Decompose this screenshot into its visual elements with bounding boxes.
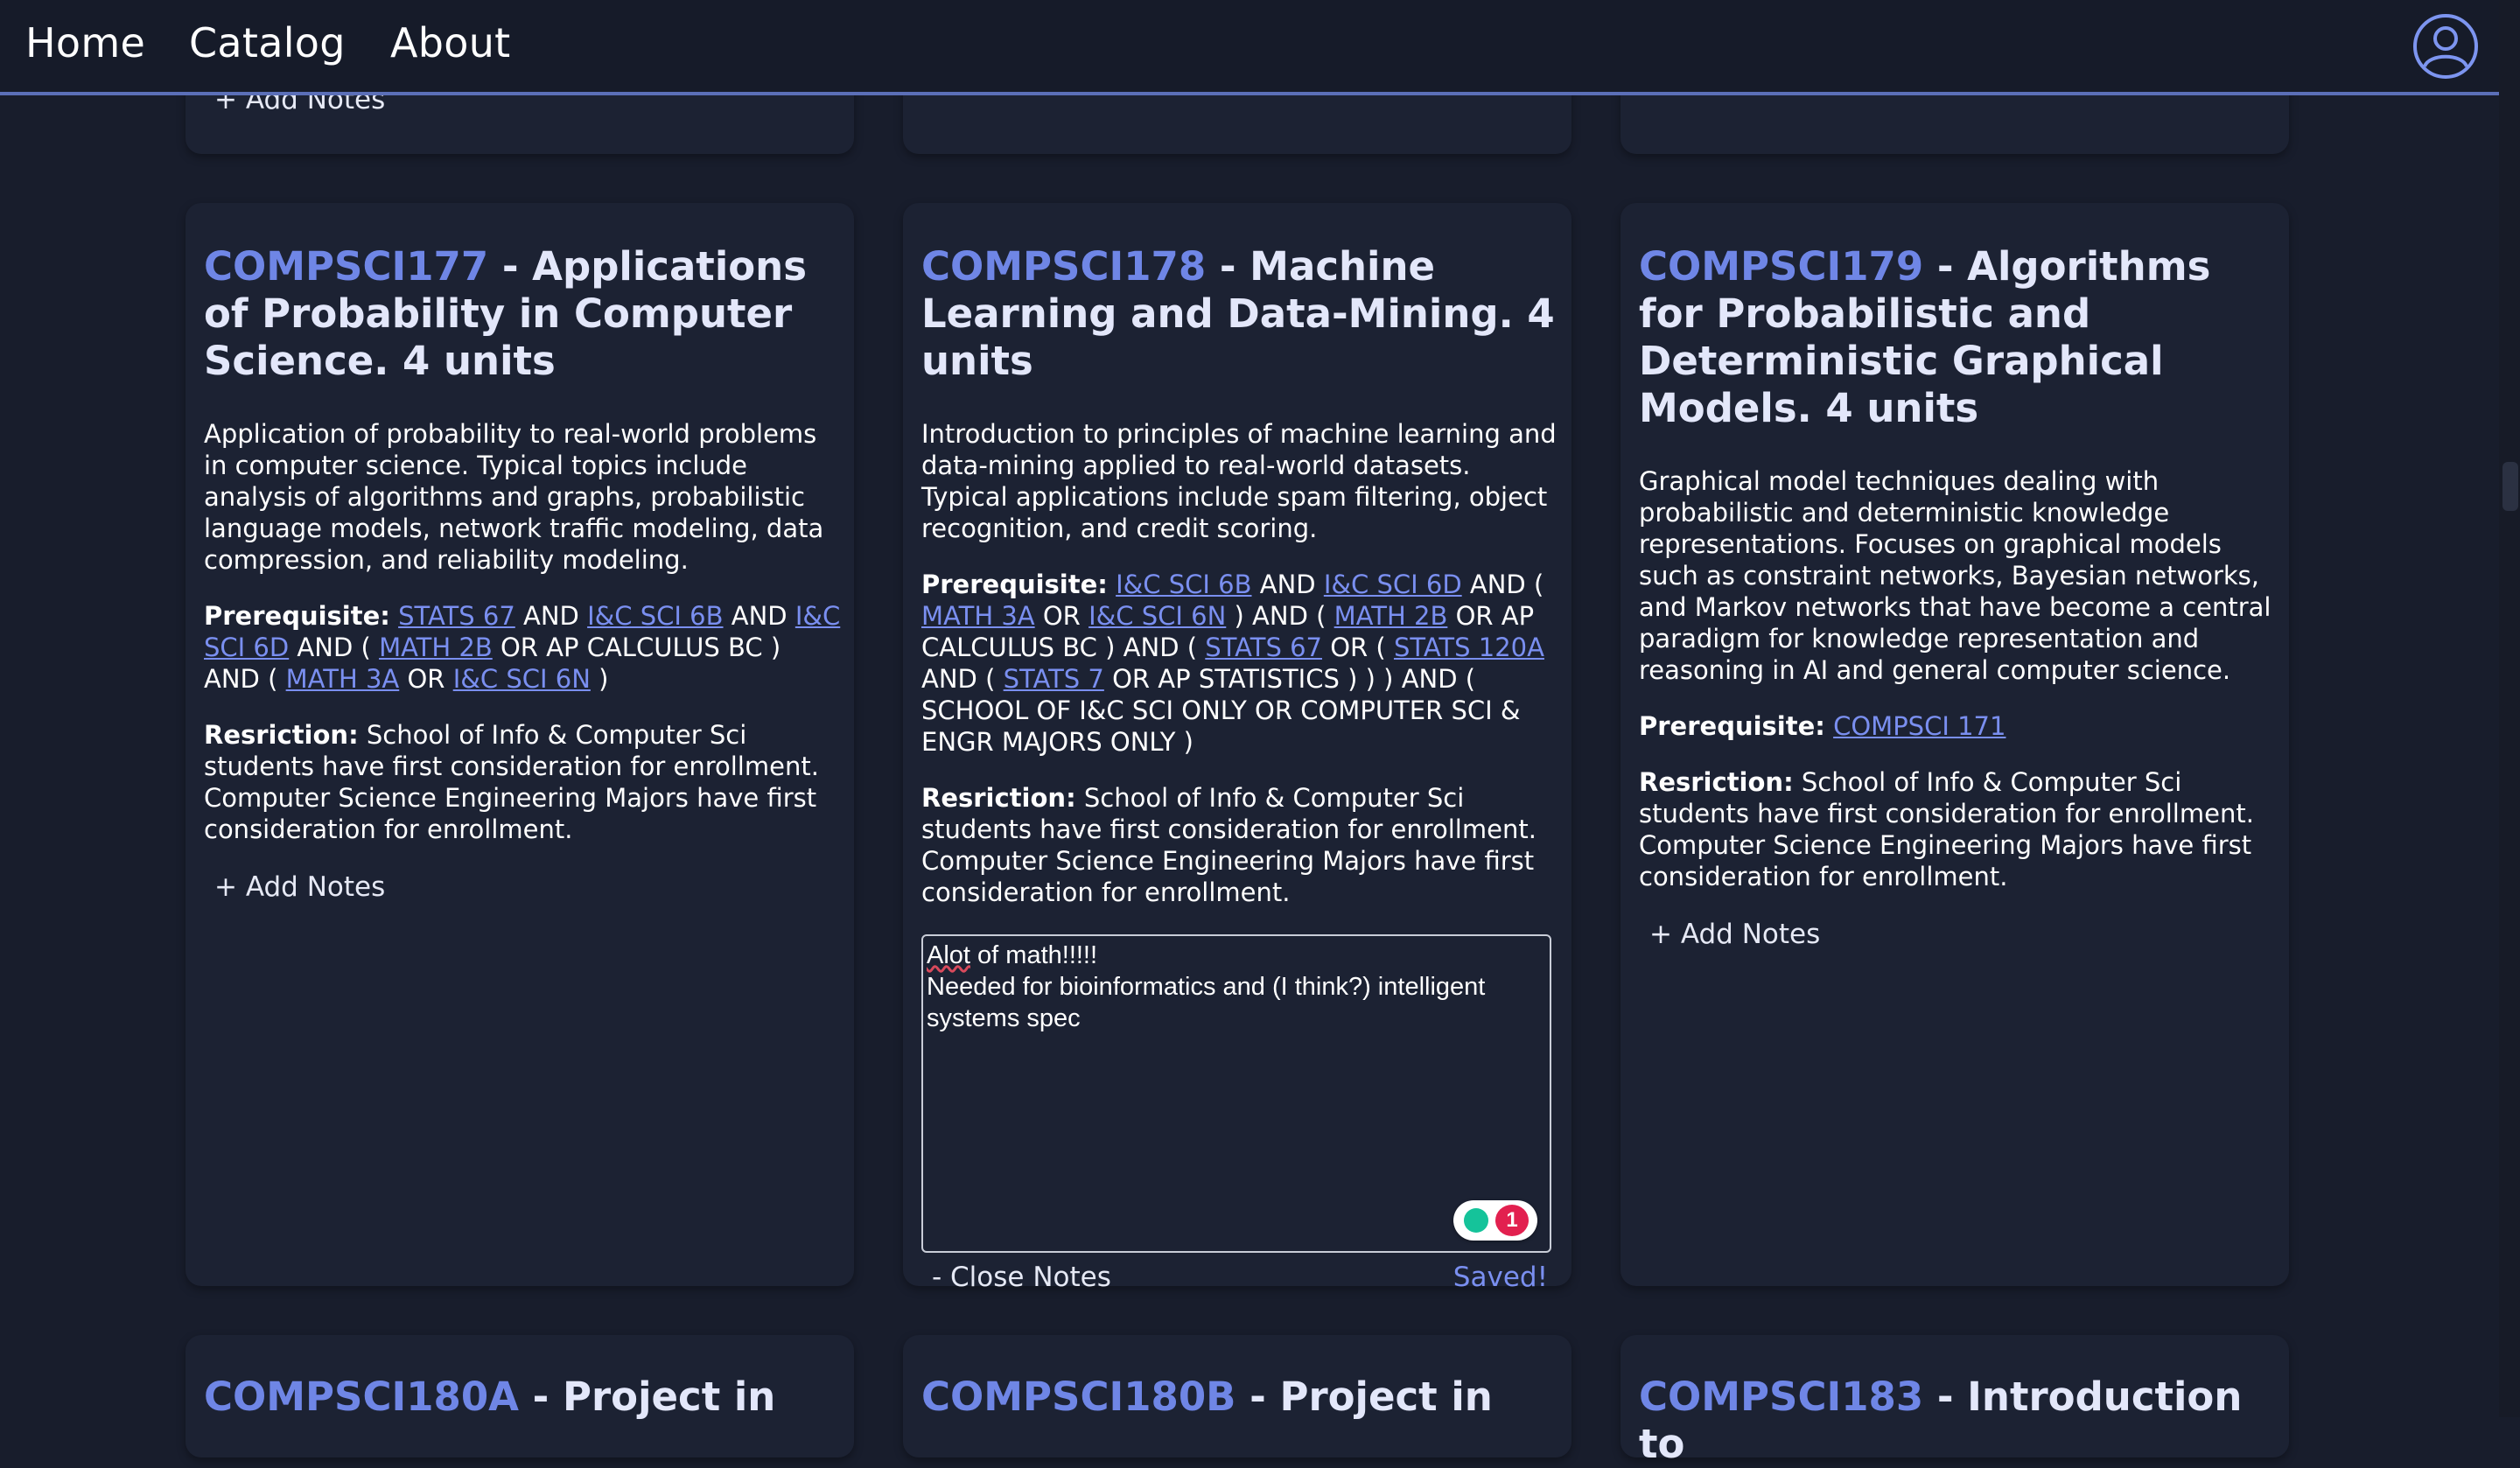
notes-panel: Alot of math!!!!! Needed for bioinformat… bbox=[921, 934, 1560, 1302]
prerequisite-text: AND ( bbox=[1461, 570, 1544, 599]
prerequisite-text: AND ( bbox=[921, 664, 1004, 694]
prerequisite-course-link[interactable]: STATS 67 bbox=[1205, 633, 1322, 662]
prerequisite-course-link[interactable]: MATH 2B bbox=[379, 633, 493, 662]
prerequisite-course-link[interactable]: I&C SCI 6B bbox=[1116, 570, 1251, 599]
course-title: COMPSCI177 - Applications of Probability… bbox=[204, 243, 807, 384]
prerequisite-course-link[interactable]: STATS 120A bbox=[1394, 633, 1544, 662]
page-scrollbar[interactable] bbox=[2499, 0, 2520, 1417]
prerequisite-course-link[interactable]: I&C SCI 6D bbox=[1324, 570, 1462, 599]
course-description: Application of probability to real-world… bbox=[204, 419, 824, 575]
course-code-link[interactable]: COMPSCI177 bbox=[204, 243, 488, 290]
notes-textarea[interactable]: Alot of math!!!!! Needed for bioinformat… bbox=[921, 934, 1551, 1253]
prerequisite-course-link[interactable]: MATH 3A bbox=[286, 664, 400, 694]
prerequisite-course-link[interactable]: STATS 67 bbox=[398, 601, 515, 631]
prerequisite: Prerequisite: COMPSCI 171 bbox=[1639, 711, 2006, 741]
grammarly-count-badge: 1 bbox=[1495, 1205, 1529, 1236]
course-card-compsci183: COMPSCI183 - Introduction to bbox=[1620, 1335, 2289, 1467]
course-title: COMPSCI180B - Project in bbox=[921, 1374, 1493, 1420]
prerequisite-text: OR bbox=[399, 664, 453, 694]
course-description: Graphical model techniques dealing with … bbox=[1639, 466, 2272, 685]
prerequisite-text: ) bbox=[590, 664, 609, 694]
restriction: Resriction: School of Info & Computer Sc… bbox=[921, 783, 1536, 907]
course-code-link[interactable]: COMPSCI179 bbox=[1639, 243, 1923, 290]
prerequisite: Prerequisite: STATS 67 AND I&C SCI 6B AN… bbox=[204, 601, 841, 694]
nav-home-link[interactable]: Home bbox=[25, 19, 145, 66]
prerequisite-text: OR ( bbox=[1322, 633, 1394, 662]
prerequisite-course-link[interactable]: I&C SCI 6B bbox=[587, 601, 723, 631]
course-title: COMPSCI179 - Algorithms for Probabilisti… bbox=[1639, 243, 2211, 431]
top-nav: Home Catalog About bbox=[0, 0, 2499, 95]
course-card-compsci179: COMPSCI179 - Algorithms for Probabilisti… bbox=[1620, 203, 2289, 1286]
user-circle-icon[interactable] bbox=[2412, 12, 2480, 80]
course-card-compsci178: COMPSCI178 - Machine Learning and Data-M… bbox=[903, 203, 1572, 1293]
course-code-link[interactable]: COMPSCI178 bbox=[921, 243, 1206, 290]
course-card-compsci180a: COMPSCI180A - Project in bbox=[186, 1335, 854, 1458]
prerequisite-text bbox=[1825, 711, 1833, 741]
prerequisite-text: AND bbox=[1251, 570, 1324, 599]
prerequisite-course-link[interactable]: I&C SCI 6N bbox=[1088, 601, 1226, 631]
prerequisite-course-link[interactable]: STATS 7 bbox=[1004, 664, 1104, 694]
course-title: COMPSCI183 - Introduction to bbox=[1639, 1374, 2243, 1467]
add-notes-button[interactable]: + Add Notes bbox=[1649, 919, 1820, 950]
course-code-link[interactable]: COMPSCI183 bbox=[1639, 1374, 1923, 1420]
restriction: Resriction: School of Info & Computer Sc… bbox=[1639, 767, 2254, 891]
prerequisite-course-link[interactable]: MATH 3A bbox=[921, 601, 1035, 631]
course-code-link[interactable]: COMPSCI180B bbox=[921, 1374, 1236, 1420]
nav-catalog-link[interactable]: Catalog bbox=[189, 19, 346, 66]
add-notes-button[interactable]: + Add Notes bbox=[214, 871, 385, 903]
grammarly-widget[interactable]: 1 bbox=[1453, 1200, 1537, 1241]
prerequisite-text: OR bbox=[1034, 601, 1089, 631]
course-description: Introduction to principles of machine le… bbox=[921, 419, 1557, 543]
course-code-link[interactable]: COMPSCI180A bbox=[204, 1374, 519, 1420]
prerequisite-text: ) AND ( bbox=[1226, 601, 1334, 631]
prerequisite-text: AND bbox=[723, 601, 795, 631]
prerequisite-course-link[interactable]: MATH 2B bbox=[1334, 601, 1448, 631]
prerequisite-course-link[interactable]: COMPSCI 171 bbox=[1833, 711, 2006, 741]
course-title: COMPSCI178 - Machine Learning and Data-M… bbox=[921, 243, 1555, 384]
course-card-compsci180b: COMPSCI180B - Project in bbox=[903, 1335, 1572, 1458]
prerequisite: Prerequisite: I&C SCI 6B AND I&C SCI 6D … bbox=[921, 570, 1544, 757]
grammarly-icon bbox=[1464, 1208, 1488, 1233]
prerequisite-course-link[interactable]: I&C SCI 6N bbox=[453, 664, 591, 694]
close-notes-button[interactable]: - Close Notes bbox=[932, 1262, 1111, 1293]
saved-status: Saved! bbox=[1452, 1262, 1548, 1293]
restriction: Resriction: School of Info & Computer Sc… bbox=[204, 720, 819, 844]
nav-about-link[interactable]: About bbox=[390, 19, 511, 66]
misspelled-word: Alot bbox=[927, 941, 970, 969]
course-title: COMPSCI180A - Project in bbox=[204, 1374, 776, 1420]
course-card-compsci177: COMPSCI177 - Applications of Probability… bbox=[186, 203, 854, 1286]
prerequisite-text bbox=[390, 601, 398, 631]
prerequisite-text bbox=[1108, 570, 1116, 599]
prerequisite-text: AND bbox=[514, 601, 588, 631]
prerequisite-text: AND ( bbox=[289, 633, 380, 662]
scrollbar-thumb[interactable] bbox=[2502, 462, 2518, 511]
